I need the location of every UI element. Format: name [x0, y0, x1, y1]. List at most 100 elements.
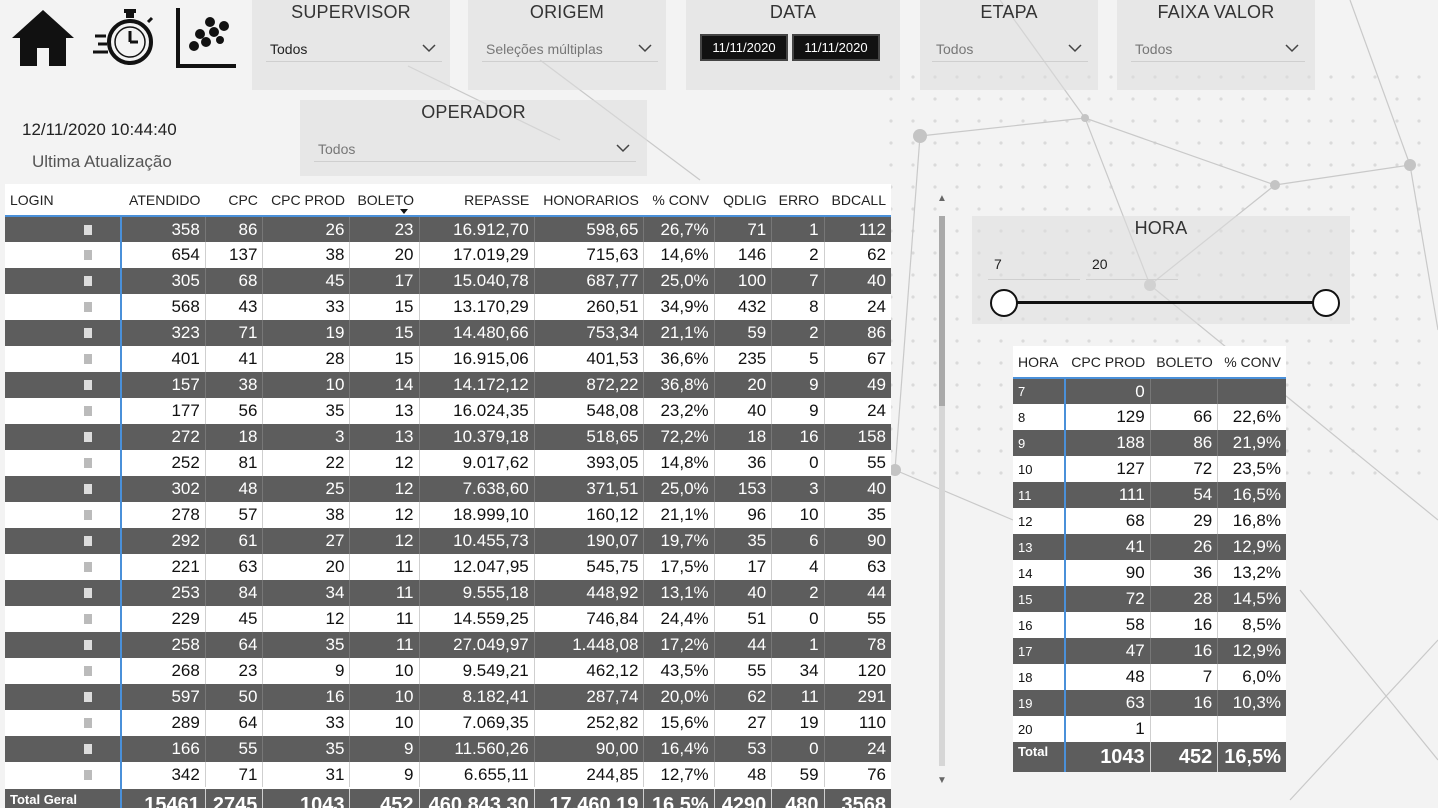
supervisor-dropdown[interactable]: Todos: [266, 36, 442, 62]
hora-to-input[interactable]: 20: [1086, 250, 1178, 280]
table-row[interactable]: 268 23 9 10 9.549,21 462,12 43,5% 55 34 120: [5, 658, 891, 684]
table-cell: 518,65: [533, 424, 644, 450]
column-header[interactable]: ATENDIDO: [121, 184, 206, 217]
table-row[interactable]: 229 45 12 11 14.559,25 746,84 24,4% 51 0 55: [5, 606, 891, 632]
hora-row[interactable]: 13 41 26 12,9%: [1013, 534, 1286, 560]
etapa-dropdown[interactable]: Todos: [932, 36, 1088, 62]
table-cell: 24: [823, 736, 891, 762]
table-row[interactable]: 358 86 26 23 16.912,70 598,65 26,7% 71 1 112: [5, 216, 891, 242]
table-cell: 71: [713, 216, 772, 242]
hora-row[interactable]: 20 1: [1013, 716, 1286, 742]
hora-row[interactable]: 19 63 16 10,3%: [1013, 690, 1286, 716]
table-cell: 23: [204, 658, 263, 684]
hora-row[interactable]: 16 58 16 8,5%: [1013, 612, 1286, 638]
column-header[interactable]: HONORARIOS: [534, 184, 644, 217]
table-row[interactable]: 401 41 28 15 16.915,06 401,53 36,6% 235 5 67: [5, 346, 891, 372]
operator-table-viewport[interactable]: LOGIN ATENDIDO CPC CPC PROD BOLETO REPASSE HON…: [0, 184, 900, 808]
hora-slider-track[interactable]: [1004, 301, 1326, 304]
column-header[interactable]: % CONV: [643, 184, 715, 217]
table-cell: 25,0%: [643, 476, 715, 502]
table-row[interactable]: 258 64 35 11 27.049,97 1.448,08 17,2% 44 1 78: [5, 632, 891, 658]
table-row[interactable]: 157 38 10 14 14.172,12 872,22 36,8% 20 9 49: [5, 372, 891, 398]
operador-dropdown[interactable]: Todos: [314, 136, 636, 162]
scroll-thumb[interactable]: [939, 216, 945, 406]
hora-row[interactable]: 70: [1013, 378, 1286, 404]
date-from-input[interactable]: 11/11/2020: [700, 34, 788, 61]
hora-column-header[interactable]: % CONV: [1217, 346, 1286, 379]
table-row[interactable]: 252 81 22 12 9.017,62 393,05 14,8% 36 0 55: [5, 450, 891, 476]
date-to-input[interactable]: 11/11/2020: [792, 34, 880, 61]
table-row[interactable]: 302 48 25 12 7.638,60 371,51 25,0% 153 3 40: [5, 476, 891, 502]
column-header[interactable]: QDLIG: [714, 184, 772, 217]
hora-from-input[interactable]: 7: [988, 250, 1080, 280]
table-cell: 63: [204, 554, 263, 580]
table-cell: 5: [771, 346, 825, 372]
hora-row[interactable]: 14 90 36 13,2%: [1013, 560, 1286, 586]
table-cell: 0: [771, 736, 825, 762]
table-row[interactable]: 568 43 33 15 13.170,29 260,51 34,9% 432 8 24: [5, 294, 891, 320]
hora-column-header[interactable]: CPC PROD: [1065, 346, 1151, 379]
table-row[interactable]: 221 63 20 11 12.047,95 545,75 17,5% 17 4 63: [5, 554, 891, 580]
hora-column-header[interactable]: HORA: [1013, 346, 1065, 379]
table-row[interactable]: 253 84 34 11 9.555,18 448,92 13,1% 40 2 44: [5, 580, 891, 606]
home-icon[interactable]: [10, 6, 76, 70]
table-cell: 342: [120, 762, 206, 788]
table-row[interactable]: 597 50 16 10 8.182,41 287,74 20,0% 62 11 291: [5, 684, 891, 710]
table-row[interactable]: 292 61 27 12 10.455,73 190,07 19,7% 35 6 90: [5, 528, 891, 554]
table-cell: 166: [120, 736, 206, 762]
table-row[interactable]: 323 71 19 15 14.480,66 753,34 21,1% 59 2 86: [5, 320, 891, 346]
scatter-chart-icon[interactable]: [172, 6, 238, 70]
column-header[interactable]: ERRO: [771, 184, 825, 217]
hora-row[interactable]: 8 129 66 22,6%: [1013, 404, 1286, 430]
hora-column-header[interactable]: BOLETO: [1150, 346, 1218, 379]
hora-slider-min-handle[interactable]: [990, 289, 1018, 317]
hora-row[interactable]: 12 68 29 16,8%: [1013, 508, 1286, 534]
scroll-down-icon[interactable]: ▼: [937, 776, 947, 786]
table-row[interactable]: 342 71 31 9 6.655,11 244,85 12,7% 48 59 76: [5, 762, 891, 788]
table-cell: 40: [823, 476, 891, 502]
origem-dropdown[interactable]: Seleções múltiplas: [482, 36, 658, 62]
table-row[interactable]: 654 137 38 20 17.019,29 715,63 14,6% 146 2 62: [5, 242, 891, 268]
etapa-slicer: ETAPA Todos: [920, 0, 1098, 90]
login-cell: [5, 424, 122, 450]
hora-cell: 12: [1013, 508, 1066, 534]
data-title: DATA: [769, 2, 817, 22]
table-row[interactable]: 177 56 35 13 16.024,35 548,08 23,2% 40 9 24: [5, 398, 891, 424]
column-header[interactable]: CPC PROD: [262, 184, 350, 217]
table-scrollbar[interactable]: ▲ ▼: [934, 192, 950, 790]
hora-row[interactable]: 18 48 7 6,0%: [1013, 664, 1286, 690]
column-header[interactable]: REPASSE: [419, 184, 535, 217]
hora-slider-max-handle[interactable]: [1312, 289, 1340, 317]
column-header[interactable]: BDCALL: [824, 184, 891, 217]
table-row[interactable]: 278 57 38 12 18.999,10 160,12 21,1% 96 10 35: [5, 502, 891, 528]
faixa-valor-dropdown[interactable]: Todos: [1131, 36, 1305, 62]
faixa-valor-slicer: FAIXA VALOR Todos: [1117, 0, 1315, 90]
hora-row[interactable]: 15 72 28 14,5%: [1013, 586, 1286, 612]
table-cell: 715,63: [533, 242, 644, 268]
table-row[interactable]: 289 64 33 10 7.069,35 252,82 15,6% 27 19 110: [5, 710, 891, 736]
table-row[interactable]: 272 18 3 13 10.379,18 518,65 72,2% 18 16 158: [5, 424, 891, 450]
table-cell: 12: [349, 450, 419, 476]
table-cell: 59: [771, 762, 825, 788]
column-header[interactable]: BOLETO: [349, 184, 419, 217]
stopwatch-icon[interactable]: [92, 6, 158, 70]
table-cell: 13: [349, 424, 419, 450]
hora-row[interactable]: 9 188 86 21,9%: [1013, 430, 1286, 456]
hora-row[interactable]: 10 127 72 23,5%: [1013, 456, 1286, 482]
hora-value-cell: 16,5%: [1217, 482, 1286, 508]
hora-row[interactable]: 11 111 54 16,5%: [1013, 482, 1286, 508]
table-row[interactable]: 305 68 45 17 15.040,78 687,77 25,0% 100 7 40: [5, 268, 891, 294]
column-header[interactable]: CPC: [205, 184, 263, 217]
hora-row[interactable]: 17 47 16 12,9%: [1013, 638, 1286, 664]
scroll-up-icon[interactable]: ▲: [937, 194, 947, 204]
table-cell: 9: [262, 658, 350, 684]
hora-value-cell: 10,3%: [1217, 690, 1286, 716]
table-cell: 62: [823, 242, 891, 268]
column-header[interactable]: LOGIN: [5, 184, 121, 217]
total-cell: 2745: [204, 787, 263, 808]
operador-title: OPERADOR: [421, 102, 526, 122]
table-cell: 16: [262, 684, 350, 710]
table-row[interactable]: 166 55 35 9 11.560,26 90,00 16,4% 53 0 24: [5, 736, 891, 762]
total-cell: 452: [349, 787, 419, 808]
table-cell: 10: [349, 710, 419, 736]
